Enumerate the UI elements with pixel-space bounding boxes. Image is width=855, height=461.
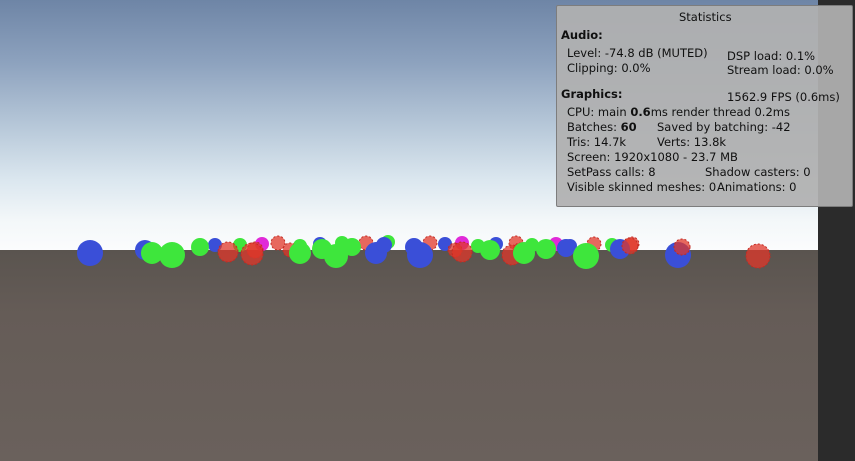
animations-readout: Animations: 0 [717, 180, 797, 194]
particle-cluster [673, 238, 691, 256]
green-sphere [159, 242, 185, 268]
blue-sphere [77, 240, 103, 266]
blue-sphere [557, 239, 575, 257]
blue-sphere [376, 237, 392, 253]
batches-label: Batches: [567, 120, 621, 134]
green-sphere [513, 242, 535, 264]
green-sphere [536, 239, 556, 259]
fps-readout: 1562.9 FPS (0.6ms) [727, 90, 840, 104]
setpass-readout: SetPass calls: 8 [567, 165, 656, 179]
verts-readout: Verts: 13.8k [657, 135, 727, 149]
audio-level: Level: -74.8 dB (MUTED) [567, 46, 708, 60]
tris-readout: Tris: 14.7k [567, 135, 627, 149]
green-sphere [191, 238, 209, 256]
particle-cluster [240, 242, 264, 266]
statistics-panel: Statistics Audio: Level: -74.8 dB (MUTED… [556, 5, 853, 207]
green-sphere [289, 242, 311, 264]
particle-cluster [270, 235, 286, 251]
screen-readout: Screen: 1920x1080 - 23.7 MB [567, 150, 738, 164]
cpu-suffix: ms render thread 0.2ms [650, 105, 790, 119]
graphics-heading: Graphics: [561, 87, 623, 101]
audio-clipping: Clipping: 0.0% [567, 61, 651, 75]
audio-heading: Audio: [561, 28, 603, 42]
green-sphere [343, 238, 361, 256]
particle-cluster [217, 241, 239, 263]
blue-sphere [405, 238, 423, 256]
cpu-readout: CPU: main 0.6ms render thread 0.2ms [567, 105, 790, 119]
audio-stream-load: Stream load: 0.0% [727, 63, 834, 77]
particle-cluster [451, 241, 473, 263]
skinned-meshes-readout: Visible skinned meshes: 0 [567, 180, 717, 194]
cpu-prefix: CPU: main [567, 105, 631, 119]
batches-readout: Batches: 60 [567, 120, 637, 134]
statistics-title: Statistics [679, 10, 732, 24]
green-sphere [480, 240, 500, 260]
green-sphere [573, 243, 599, 269]
audio-dsp-load: DSP load: 0.1% [727, 49, 816, 63]
saved-by-batching: Saved by batching: -42 [657, 120, 791, 134]
particle-cluster [745, 243, 771, 269]
particle-cluster [621, 237, 639, 255]
batches-value: 60 [620, 120, 637, 134]
shadow-casters-readout: Shadow casters: 0 [705, 165, 811, 179]
cpu-main-value: 0.6 [630, 105, 651, 119]
